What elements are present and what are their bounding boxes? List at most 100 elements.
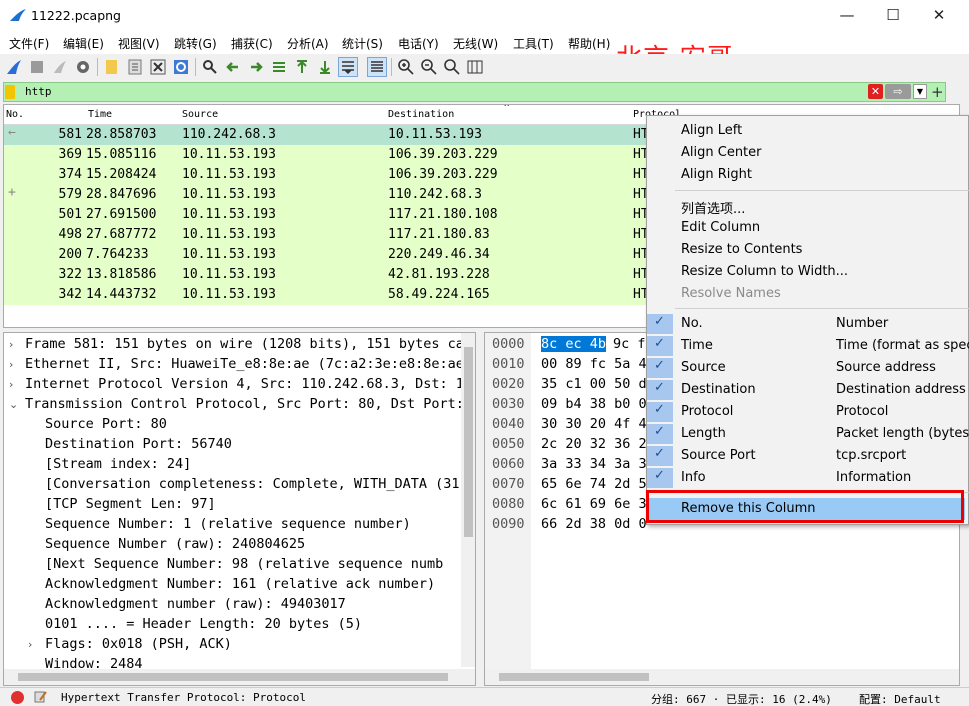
- byte-hex[interactable]: 2c 20 32 36 2: [541, 436, 647, 452]
- restart-capture-icon[interactable]: [51, 58, 69, 76]
- tree-toggle-icon[interactable]: ›: [28, 638, 32, 651]
- close-file-icon[interactable]: [149, 58, 167, 76]
- detail-line[interactable]: [Conversation completeness: Complete, WI…: [45, 476, 468, 492]
- column-header-time[interactable]: Time: [88, 109, 112, 120]
- display-filter-value[interactable]: http: [25, 85, 52, 98]
- menu-column-toggle[interactable]: Protocol: [681, 404, 733, 419]
- detail-line[interactable]: Destination Port: 56740: [45, 436, 232, 452]
- detail-line[interactable]: Source Port: 80: [45, 416, 167, 432]
- detail-line[interactable]: Transmission Control Protocol, Src Port:…: [25, 396, 464, 412]
- detail-line[interactable]: [Stream index: 24]: [45, 456, 191, 472]
- reload-file-icon[interactable]: [172, 58, 190, 76]
- save-file-icon[interactable]: [126, 58, 144, 76]
- detail-line[interactable]: Sequence Number: 1 (relative sequence nu…: [45, 516, 411, 532]
- byte-hex[interactable]: 66 2d 38 0d 0: [541, 516, 647, 532]
- menu-wireless[interactable]: 无线(W): [453, 35, 498, 52]
- detail-line[interactable]: 0101 .... = Header Length: 20 bytes (5): [45, 616, 362, 632]
- column-header-destination[interactable]: Destination: [388, 109, 454, 120]
- details-scrollbar-thumb[interactable]: [464, 347, 473, 537]
- menu-edit[interactable]: 编辑(E): [63, 35, 104, 52]
- byte-hex[interactable]: 30 30 20 4f 4: [541, 416, 647, 432]
- filter-bookmark-icon[interactable]: [5, 85, 15, 99]
- close-button[interactable]: ✕: [916, 0, 962, 32]
- byte-hex[interactable]: 35 c1 00 50 d: [541, 376, 647, 392]
- apply-filter-icon[interactable]: ⇨: [885, 84, 911, 99]
- minimize-button[interactable]: —: [824, 0, 870, 32]
- add-filter-button-icon[interactable]: +: [931, 83, 944, 101]
- menu-go[interactable]: 跳转(G): [174, 35, 217, 52]
- tree-toggle-icon[interactable]: ›: [9, 338, 13, 351]
- zoom-out-icon[interactable]: [420, 58, 438, 76]
- menu-column-toggle[interactable]: No.: [681, 316, 703, 331]
- filter-history-dropdown-icon[interactable]: ▼: [913, 84, 927, 99]
- profile-status[interactable]: 配置: Default: [859, 691, 941, 706]
- auto-scroll-icon[interactable]: [338, 57, 358, 77]
- bytes-hscrollbar-thumb[interactable]: [499, 673, 649, 681]
- menu-column-toggle[interactable]: Info: [681, 470, 706, 485]
- column-header-source[interactable]: Source: [182, 109, 218, 120]
- edit-comment-icon[interactable]: [34, 690, 48, 704]
- detail-line[interactable]: [TCP Segment Len: 97]: [45, 496, 216, 512]
- details-scrollbar[interactable]: [461, 333, 475, 667]
- start-capture-icon[interactable]: [5, 58, 23, 76]
- menu-view[interactable]: 视图(V): [118, 35, 160, 52]
- menu-align-left[interactable]: Align Left: [681, 123, 742, 138]
- menu-column-toggle[interactable]: Source: [681, 360, 726, 375]
- menu-capture[interactable]: 捕获(C): [231, 35, 273, 52]
- display-filter-input[interactable]: [3, 82, 946, 102]
- byte-hex[interactable]: 65 6e 74 2d 5: [541, 476, 647, 492]
- menu-telephony[interactable]: 电话(Y): [398, 35, 439, 52]
- menu-column-toggle[interactable]: Time: [681, 338, 713, 353]
- clear-filter-icon[interactable]: ✕: [868, 84, 883, 99]
- menu-align-right[interactable]: Align Right: [681, 167, 752, 182]
- byte-hex[interactable]: 3a 33 34 3a 3: [541, 456, 647, 472]
- menu-analyze[interactable]: 分析(A): [287, 35, 329, 52]
- menu-file[interactable]: 文件(F): [9, 35, 49, 52]
- go-to-packet-icon[interactable]: [270, 58, 288, 76]
- menu-align-center[interactable]: Align Center: [681, 145, 762, 160]
- colorize-icon[interactable]: [367, 57, 387, 77]
- byte-hex[interactable]: 00 89 fc 5a 4: [541, 356, 647, 372]
- find-packet-icon[interactable]: [201, 58, 219, 76]
- menu-column-toggle[interactable]: Length: [681, 426, 726, 441]
- detail-line[interactable]: Acknowledgment Number: 161 (relative ack…: [45, 576, 435, 592]
- maximize-button[interactable]: ☐: [870, 0, 916, 32]
- details-hscrollbar[interactable]: [4, 669, 475, 685]
- open-file-icon[interactable]: [103, 58, 121, 76]
- menu-resize-column-to-width[interactable]: Resize Column to Width...: [681, 264, 848, 279]
- menu-column-preferences[interactable]: 列首选项...: [681, 198, 745, 217]
- detail-line[interactable]: Sequence Number (raw): 240804625: [45, 536, 305, 552]
- zoom-in-icon[interactable]: [397, 58, 415, 76]
- menu-edit-column[interactable]: Edit Column: [681, 220, 760, 235]
- byte-hex[interactable]: 6c 61 69 6e 3: [541, 496, 647, 512]
- menu-column-toggle[interactable]: Source Port: [681, 448, 756, 463]
- go-first-icon[interactable]: [293, 58, 311, 76]
- menu-tools[interactable]: 工具(T): [513, 35, 554, 52]
- zoom-reset-icon[interactable]: [443, 58, 461, 76]
- detail-line[interactable]: Ethernet II, Src: HuaweiTe_e8:8e:ae (7c:…: [25, 356, 472, 372]
- stop-capture-icon[interactable]: [28, 58, 46, 76]
- byte-hex[interactable]: 9c f: [613, 336, 646, 352]
- detail-line[interactable]: Frame 581: 151 bytes on wire (1208 bits)…: [25, 336, 472, 352]
- tree-toggle-icon[interactable]: ›: [9, 378, 13, 391]
- tree-toggle-icon[interactable]: ⌄: [9, 398, 18, 411]
- menu-column-toggle[interactable]: Destination: [681, 382, 756, 397]
- menu-statistics[interactable]: 统计(S): [342, 35, 383, 52]
- byte-hex[interactable]: 09 b4 38 b0 0: [541, 396, 647, 412]
- resize-columns-icon[interactable]: [466, 58, 484, 76]
- menu-help[interactable]: 帮助(H): [568, 35, 610, 52]
- detail-line[interactable]: [Next Sequence Number: 98 (relative sequ…: [45, 556, 443, 572]
- detail-line[interactable]: Internet Protocol Version 4, Src: 110.24…: [25, 376, 472, 392]
- detail-line[interactable]: Flags: 0x018 (PSH, ACK): [45, 636, 232, 652]
- bytes-hscrollbar[interactable]: [485, 669, 959, 685]
- go-back-icon[interactable]: [224, 58, 242, 76]
- go-last-icon[interactable]: [316, 58, 334, 76]
- detail-line[interactable]: Acknowledgment number (raw): 49403017: [45, 596, 346, 612]
- menu-resize-to-contents[interactable]: Resize to Contents: [681, 242, 802, 257]
- byte-hex-selected[interactable]: 8c ec 4b: [541, 336, 607, 352]
- capture-options-icon[interactable]: [74, 58, 92, 76]
- tree-toggle-icon[interactable]: ›: [9, 358, 13, 371]
- go-forward-icon[interactable]: [247, 58, 265, 76]
- details-hscrollbar-thumb[interactable]: [18, 673, 448, 681]
- column-header-no[interactable]: No.: [6, 109, 24, 120]
